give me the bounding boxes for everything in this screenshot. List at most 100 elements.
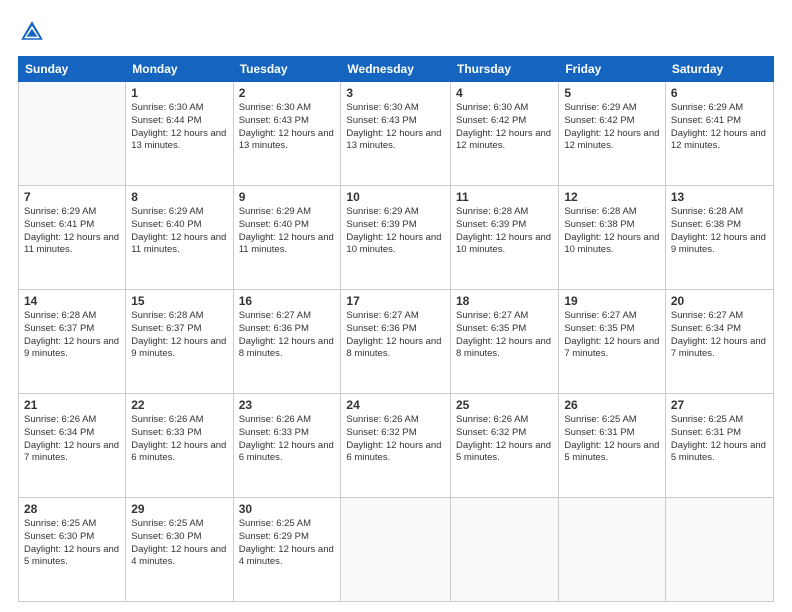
- day-cell: 26 Sunrise: 6:25 AM Sunset: 6:31 PM Dayli…: [559, 394, 666, 498]
- day-number: 8: [131, 190, 227, 204]
- day-number: 28: [24, 502, 120, 516]
- day-info: Sunrise: 6:27 AM Sunset: 6:36 PM Dayligh…: [346, 310, 445, 361]
- day-info: Sunrise: 6:29 AM Sunset: 6:42 PM Dayligh…: [564, 102, 660, 153]
- day-cell: [451, 498, 559, 602]
- week-row-3: 21 Sunrise: 6:26 AM Sunset: 6:34 PM Dayli…: [19, 394, 774, 498]
- day-number: 10: [346, 190, 445, 204]
- page: SundayMondayTuesdayWednesdayThursdayFrid…: [0, 0, 792, 612]
- day-number: 7: [24, 190, 120, 204]
- day-cell: 10 Sunrise: 6:29 AM Sunset: 6:39 PM Dayli…: [341, 186, 451, 290]
- day-info: Sunrise: 6:27 AM Sunset: 6:35 PM Dayligh…: [564, 310, 660, 361]
- week-row-0: 1 Sunrise: 6:30 AM Sunset: 6:44 PM Daylig…: [19, 82, 774, 186]
- day-number: 21: [24, 398, 120, 412]
- day-info: Sunrise: 6:26 AM Sunset: 6:33 PM Dayligh…: [239, 414, 336, 465]
- day-info: Sunrise: 6:29 AM Sunset: 6:39 PM Dayligh…: [346, 206, 445, 257]
- day-cell: 6 Sunrise: 6:29 AM Sunset: 6:41 PM Daylig…: [665, 82, 773, 186]
- day-cell: 29Sunrise: 6:25 AM Sunset: 6:30 PM Dayli…: [126, 498, 233, 602]
- day-info: Sunrise: 6:26 AM Sunset: 6:32 PM Dayligh…: [456, 414, 553, 465]
- day-info: Sunrise: 6:27 AM Sunset: 6:34 PM Dayligh…: [671, 310, 768, 361]
- day-info: Sunrise: 6:29 AM Sunset: 6:41 PM Dayligh…: [671, 102, 768, 153]
- day-cell: 24Sunrise: 6:26 AM Sunset: 6:32 PM Dayli…: [341, 394, 451, 498]
- day-cell: 23 Sunrise: 6:26 AM Sunset: 6:33 PM Dayli…: [233, 394, 341, 498]
- day-cell: 25 Sunrise: 6:26 AM Sunset: 6:32 PM Dayli…: [451, 394, 559, 498]
- day-info: Sunrise: 6:27 AM Sunset: 6:36 PM Dayligh…: [239, 310, 336, 361]
- logo: [18, 18, 50, 46]
- day-cell: 27 Sunrise: 6:25 AM Sunset: 6:31 PM Dayli…: [665, 394, 773, 498]
- col-header-saturday: Saturday: [665, 57, 773, 82]
- week-row-2: 14 Sunrise: 6:28 AM Sunset: 6:37 PM Dayli…: [19, 290, 774, 394]
- calendar-header-row: SundayMondayTuesdayWednesdayThursdayFrid…: [19, 57, 774, 82]
- day-number: 2: [239, 86, 336, 100]
- day-info: Sunrise: 6:28 AM Sunset: 6:39 PM Dayligh…: [456, 206, 553, 257]
- day-number: 9: [239, 190, 336, 204]
- logo-icon: [18, 18, 46, 46]
- day-info: Sunrise: 6:25 AM Sunset: 6:31 PM Dayligh…: [564, 414, 660, 465]
- day-number: 20: [671, 294, 768, 308]
- day-info: Sunrise: 6:29 AM Sunset: 6:41 PM Dayligh…: [24, 206, 120, 257]
- header: [18, 18, 774, 46]
- day-info: Sunrise: 6:30 AM Sunset: 6:43 PM Dayligh…: [346, 102, 445, 153]
- week-row-1: 7 Sunrise: 6:29 AM Sunset: 6:41 PM Daylig…: [19, 186, 774, 290]
- day-info: Sunrise: 6:26 AM Sunset: 6:34 PM Dayligh…: [24, 414, 120, 465]
- day-cell: 14 Sunrise: 6:28 AM Sunset: 6:37 PM Dayli…: [19, 290, 126, 394]
- col-header-wednesday: Wednesday: [341, 57, 451, 82]
- day-cell: 20 Sunrise: 6:27 AM Sunset: 6:34 PM Dayli…: [665, 290, 773, 394]
- day-info: Sunrise: 6:25 AM Sunset: 6:29 PM Dayligh…: [239, 518, 336, 569]
- day-number: 11: [456, 190, 553, 204]
- day-info: Sunrise: 6:30 AM Sunset: 6:43 PM Dayligh…: [239, 102, 336, 153]
- day-cell: 12 Sunrise: 6:28 AM Sunset: 6:38 PM Dayli…: [559, 186, 666, 290]
- day-cell: 17 Sunrise: 6:27 AM Sunset: 6:36 PM Dayli…: [341, 290, 451, 394]
- day-info: Sunrise: 6:30 AM Sunset: 6:44 PM Dayligh…: [131, 102, 227, 153]
- day-number: 25: [456, 398, 553, 412]
- day-number: 17: [346, 294, 445, 308]
- day-cell: 13 Sunrise: 6:28 AM Sunset: 6:38 PM Dayli…: [665, 186, 773, 290]
- day-cell: [559, 498, 666, 602]
- day-info: Sunrise: 6:28 AM Sunset: 6:38 PM Dayligh…: [671, 206, 768, 257]
- day-number: 18: [456, 294, 553, 308]
- day-cell: 3 Sunrise: 6:30 AM Sunset: 6:43 PM Daylig…: [341, 82, 451, 186]
- day-info: Sunrise: 6:28 AM Sunset: 6:38 PM Dayligh…: [564, 206, 660, 257]
- day-cell: 2 Sunrise: 6:30 AM Sunset: 6:43 PM Daylig…: [233, 82, 341, 186]
- day-cell: [341, 498, 451, 602]
- day-cell: 28 Sunrise: 6:25 AM Sunset: 6:30 PM Dayli…: [19, 498, 126, 602]
- day-cell: 1 Sunrise: 6:30 AM Sunset: 6:44 PM Daylig…: [126, 82, 233, 186]
- day-cell: 22 Sunrise: 6:26 AM Sunset: 6:33 PM Dayli…: [126, 394, 233, 498]
- day-info: Sunrise: 6:29 AM Sunset: 6:40 PM Dayligh…: [239, 206, 336, 257]
- day-info: Sunrise: 6:30 AM Sunset: 6:42 PM Dayligh…: [456, 102, 553, 153]
- day-info: Sunrise: 6:25 AM Sunset: 6:30 PM Dayligh…: [24, 518, 120, 569]
- day-number: 12: [564, 190, 660, 204]
- day-number: 3: [346, 86, 445, 100]
- day-cell: 5Sunrise: 6:29 AM Sunset: 6:42 PM Daylig…: [559, 82, 666, 186]
- calendar-table: SundayMondayTuesdayWednesdayThursdayFrid…: [18, 56, 774, 602]
- day-number: 14: [24, 294, 120, 308]
- day-info: Sunrise: 6:28 AM Sunset: 6:37 PM Dayligh…: [24, 310, 120, 361]
- col-header-tuesday: Tuesday: [233, 57, 341, 82]
- col-header-sunday: Sunday: [19, 57, 126, 82]
- day-cell: 19 Sunrise: 6:27 AM Sunset: 6:35 PM Dayli…: [559, 290, 666, 394]
- day-number: 24: [346, 398, 445, 412]
- day-cell: 15Sunrise: 6:28 AM Sunset: 6:37 PM Dayli…: [126, 290, 233, 394]
- day-number: 26: [564, 398, 660, 412]
- day-number: 6: [671, 86, 768, 100]
- day-cell: 4Sunrise: 6:30 AM Sunset: 6:42 PM Daylig…: [451, 82, 559, 186]
- day-number: 27: [671, 398, 768, 412]
- day-cell: 9 Sunrise: 6:29 AM Sunset: 6:40 PM Daylig…: [233, 186, 341, 290]
- col-header-thursday: Thursday: [451, 57, 559, 82]
- day-cell: 16Sunrise: 6:27 AM Sunset: 6:36 PM Dayli…: [233, 290, 341, 394]
- day-number: 13: [671, 190, 768, 204]
- day-info: Sunrise: 6:27 AM Sunset: 6:35 PM Dayligh…: [456, 310, 553, 361]
- day-cell: 8 Sunrise: 6:29 AM Sunset: 6:40 PM Daylig…: [126, 186, 233, 290]
- day-info: Sunrise: 6:28 AM Sunset: 6:37 PM Dayligh…: [131, 310, 227, 361]
- day-info: Sunrise: 6:29 AM Sunset: 6:40 PM Dayligh…: [131, 206, 227, 257]
- day-cell: 11 Sunrise: 6:28 AM Sunset: 6:39 PM Dayli…: [451, 186, 559, 290]
- day-number: 1: [131, 86, 227, 100]
- day-cell: 21 Sunrise: 6:26 AM Sunset: 6:34 PM Dayli…: [19, 394, 126, 498]
- day-number: 22: [131, 398, 227, 412]
- day-info: Sunrise: 6:25 AM Sunset: 6:31 PM Dayligh…: [671, 414, 768, 465]
- day-info: Sunrise: 6:26 AM Sunset: 6:33 PM Dayligh…: [131, 414, 227, 465]
- day-cell: [19, 82, 126, 186]
- day-number: 19: [564, 294, 660, 308]
- day-info: Sunrise: 6:25 AM Sunset: 6:30 PM Dayligh…: [131, 518, 227, 569]
- day-cell: 18 Sunrise: 6:27 AM Sunset: 6:35 PM Dayli…: [451, 290, 559, 394]
- day-number: 23: [239, 398, 336, 412]
